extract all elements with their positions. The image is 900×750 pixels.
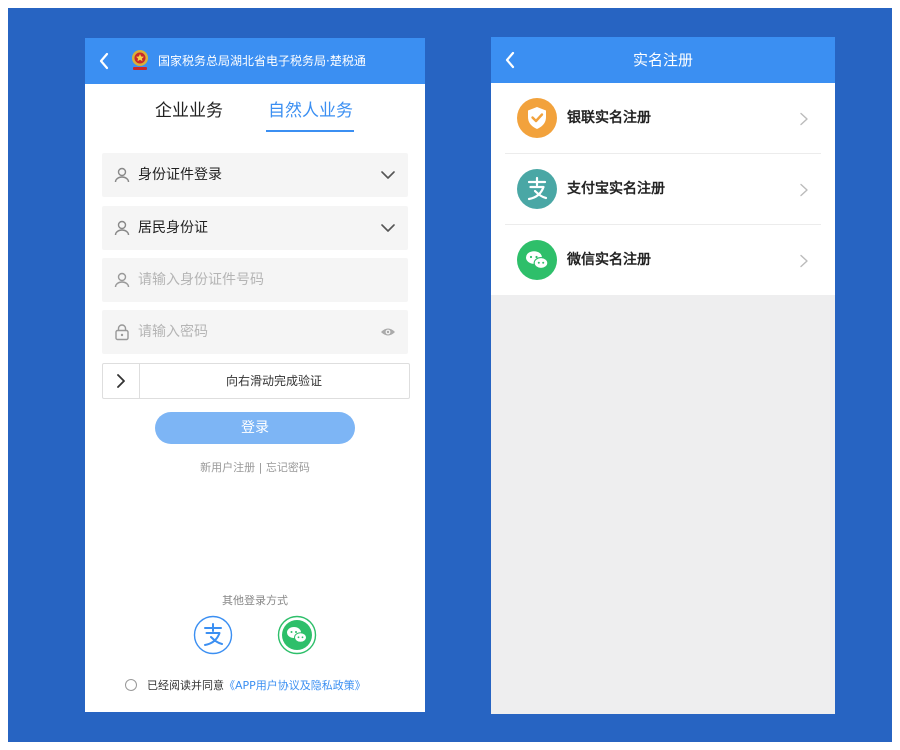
login-button[interactable]: 登录 <box>155 412 355 444</box>
user-icon <box>112 218 132 238</box>
password-input[interactable]: 请输入密码 <box>102 310 408 354</box>
registration-options-list: 银联实名注册 支付宝实名注册 微信实名注册 <box>491 83 835 295</box>
wechat-icon <box>277 615 317 655</box>
login-header-bar: 国家税务总局湖北省电子税务局·楚税通 <box>85 38 425 84</box>
chevron-down-icon <box>380 167 396 183</box>
id-type-value: 居民身份证 <box>138 220 208 236</box>
id-number-input[interactable]: 请输入身份证件号码 <box>102 258 408 302</box>
chevron-right-icon <box>799 253 809 268</box>
user-icon <box>112 270 132 290</box>
agreement-link[interactable]: 《APP用户协议及隐私政策》 <box>224 679 366 692</box>
other-login-label: 其他登录方式 <box>222 594 288 607</box>
tab-personal-business[interactable]: 自然人业务 <box>268 100 353 122</box>
chevron-right-icon <box>117 374 125 388</box>
wechat-login-button[interactable] <box>277 615 317 655</box>
id-type-select[interactable]: 居民身份证 <box>102 206 408 250</box>
agreement-prefix: 已经阅读并同意 <box>147 679 224 692</box>
unionpay-shield-icon <box>517 98 557 138</box>
user-icon <box>112 165 132 185</box>
back-button[interactable] <box>95 49 115 73</box>
login-screen: 国家税务总局湖北省电子税务局·楚税通 企业业务 自然人业务 身份证件登录 居民身… <box>85 38 425 712</box>
login-type-select[interactable]: 身份证件登录 <box>102 153 408 197</box>
list-item-alipay[interactable]: 支付宝实名注册 <box>491 154 835 224</box>
chevron-left-icon <box>99 52 109 70</box>
tax-emblem-icon <box>129 48 151 72</box>
registration-header-bar: 实名注册 <box>491 37 835 83</box>
alipay-icon <box>193 615 233 655</box>
login-type-value: 身份证件登录 <box>138 167 222 183</box>
chevron-right-icon <box>799 111 809 126</box>
id-number-placeholder: 请输入身份证件号码 <box>138 272 264 288</box>
lock-icon <box>112 322 132 342</box>
agreement-checkbox[interactable] <box>125 679 137 691</box>
real-name-registration-screen: 实名注册 银联实名注册 支付宝实名注册 微信实名注册 <box>491 37 835 714</box>
agreement-text: 已经阅读并同意《APP用户协议及隐私政策》 <box>147 678 366 694</box>
slider-instruction: 向右滑动完成验证 <box>225 374 322 388</box>
list-item-label: 微信实名注册 <box>567 252 651 268</box>
eye-icon[interactable] <box>380 324 396 340</box>
list-item-label: 银联实名注册 <box>567 110 651 126</box>
list-item-wechat[interactable]: 微信实名注册 <box>491 225 835 295</box>
forgot-password-link[interactable]: 忘记密码 <box>266 461 310 474</box>
chevron-right-icon <box>799 182 809 197</box>
active-tab-indicator <box>266 130 354 132</box>
link-separator: | <box>258 461 263 474</box>
register-link[interactable]: 新用户注册 <box>200 461 255 474</box>
tab-enterprise-business[interactable]: 企业业务 <box>155 100 223 122</box>
password-placeholder: 请输入密码 <box>138 324 208 340</box>
slide-verification: 向右滑动完成验证 <box>102 363 410 399</box>
wechat-icon <box>517 240 557 280</box>
slider-handle[interactable] <box>103 364 140 398</box>
header-title: 国家税务总局湖北省电子税务局·楚税通 <box>158 54 366 68</box>
alipay-icon <box>517 169 557 209</box>
account-links: 新用户注册 | 忘记密码 <box>85 461 425 475</box>
list-item-unionpay[interactable]: 银联实名注册 <box>491 83 835 153</box>
list-item-label: 支付宝实名注册 <box>567 181 665 197</box>
page-title: 实名注册 <box>632 51 693 69</box>
alipay-login-button[interactable] <box>193 615 233 655</box>
chevron-down-icon <box>380 220 396 236</box>
